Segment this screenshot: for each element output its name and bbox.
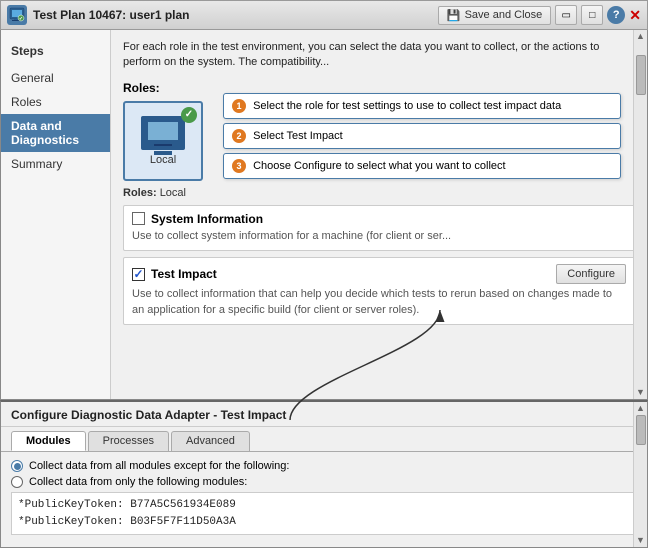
- callout-1: 1 Select the role for test settings to u…: [223, 93, 621, 119]
- tab-processes[interactable]: Processes: [88, 431, 169, 451]
- test-impact-label: Test Impact: [151, 267, 217, 281]
- main-window: Steps General Roles Data and Diagnostics…: [0, 30, 648, 400]
- app-icon: ✓: [7, 5, 27, 25]
- callout-text-1: Select the role for test settings to use…: [253, 100, 561, 112]
- radio-exclude: Collect data from all modules except for…: [11, 460, 637, 472]
- callout-number-1: 1: [232, 99, 246, 113]
- token-1: *PublicKeyToken: B77A5C561934E089: [18, 497, 630, 514]
- role-checkmark: ✓: [181, 107, 197, 123]
- sidebar: Steps General Roles Data and Diagnostics…: [1, 30, 111, 399]
- sidebar-item-roles[interactable]: Roles: [1, 90, 110, 114]
- window-title: Test Plan 10467: user1 plan: [33, 8, 432, 22]
- role-name: Local: [150, 154, 176, 166]
- close-button[interactable]: ✕: [629, 7, 641, 24]
- role-local-icon[interactable]: ✓ Local: [123, 101, 203, 181]
- intro-text: For each role in the test environment, y…: [123, 40, 635, 71]
- content-area: For each role in the test environment, y…: [111, 30, 647, 399]
- bottom-panel-title: Configure Diagnostic Data Adapter - Test…: [1, 402, 647, 427]
- minimize-button[interactable]: ▭: [555, 5, 577, 25]
- title-bar-actions: 💾 Save and Close ▭ □ ? ✕: [438, 5, 641, 25]
- bottom-panel: Configure Diagnostic Data Adapter - Test…: [0, 400, 648, 548]
- token-box: *PublicKeyToken: B77A5C561934E089 *Publi…: [11, 492, 637, 535]
- callout-text-3: Choose Configure to select what you want…: [253, 160, 506, 172]
- radio-exclude-label: Collect data from all modules except for…: [29, 460, 289, 472]
- system-info-item: System Information Use to collect system…: [123, 205, 635, 251]
- help-button[interactable]: ?: [607, 6, 625, 24]
- test-impact-checkbox[interactable]: ✓: [132, 268, 145, 281]
- radio-include-label: Collect data from only the following mod…: [29, 476, 247, 488]
- test-impact-desc: Use to collect information that can help…: [132, 287, 626, 318]
- sidebar-item-data-diagnostics[interactable]: Data and Diagnostics: [1, 114, 110, 152]
- callout-number-3: 3: [232, 159, 246, 173]
- title-bar: ✓ Test Plan 10467: user1 plan 💾 Save and…: [0, 0, 648, 30]
- callouts-container: 1 Select the role for test settings to u…: [223, 93, 621, 183]
- callout-number-2: 2: [232, 129, 246, 143]
- system-info-checkbox[interactable]: [132, 212, 145, 225]
- configure-button[interactable]: Configure: [556, 264, 626, 284]
- test-impact-header: ✓ Test Impact Configure: [132, 264, 626, 284]
- radio-include-button[interactable]: [11, 476, 23, 488]
- bottom-scrollbar[interactable]: ▲ ▼: [633, 402, 647, 547]
- tab-advanced[interactable]: Advanced: [171, 431, 250, 451]
- save-close-button[interactable]: 💾 Save and Close: [438, 6, 551, 25]
- svg-text:✓: ✓: [19, 16, 23, 22]
- bottom-scroll-thumb[interactable]: [636, 415, 646, 445]
- system-info-header: System Information: [132, 212, 626, 226]
- system-info-desc: Use to collect system information for a …: [132, 229, 626, 244]
- radio-exclude-button[interactable]: [11, 460, 23, 472]
- tab-modules[interactable]: Modules: [11, 431, 86, 451]
- callout-2: 2 Select Test Impact: [223, 123, 621, 149]
- test-impact-item: ✓ Test Impact Configure Use to collect i…: [123, 257, 635, 325]
- sidebar-title: Steps: [1, 40, 110, 66]
- sidebar-item-general[interactable]: General: [1, 66, 110, 90]
- save-icon: 💾: [447, 9, 461, 22]
- callout-3: 3 Choose Configure to select what you wa…: [223, 153, 621, 179]
- callout-text-2: Select Test Impact: [253, 130, 343, 142]
- roles-area: ✓ Local 1 Select the role for test setti…: [123, 101, 635, 181]
- main-scrollbar[interactable]: ▲ ▼: [633, 30, 647, 399]
- roles-selected: Roles: Local: [123, 187, 635, 199]
- tabs-row: Modules Processes Advanced: [1, 427, 647, 452]
- maximize-button[interactable]: □: [581, 5, 603, 25]
- bottom-content: Collect data from all modules except for…: [1, 452, 647, 543]
- sidebar-item-summary[interactable]: Summary: [1, 152, 110, 176]
- token-2: *PublicKeyToken: B03F5F7F11D50A3A: [18, 514, 630, 531]
- monitor-icon: [141, 116, 185, 150]
- system-info-label: System Information: [151, 212, 263, 226]
- scroll-thumb[interactable]: [636, 55, 646, 95]
- radio-include: Collect data from only the following mod…: [11, 476, 637, 488]
